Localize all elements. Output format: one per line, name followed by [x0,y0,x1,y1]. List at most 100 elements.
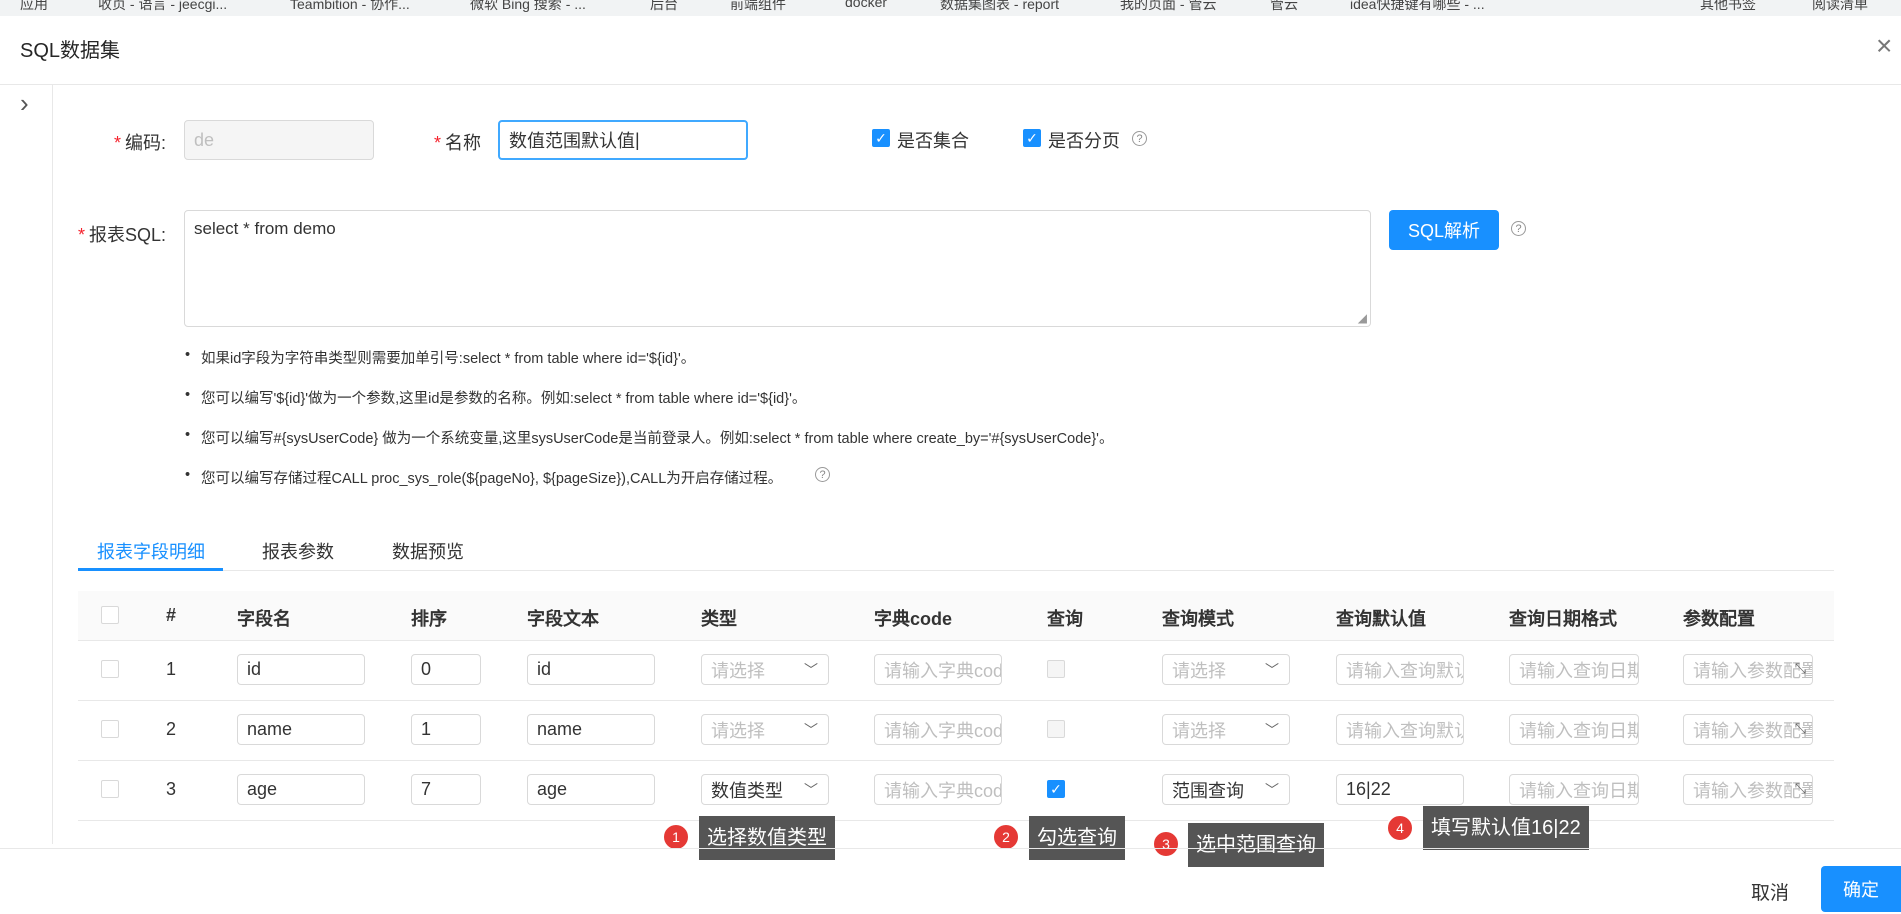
order-input[interactable]: 1 [411,714,481,745]
tab-report-params[interactable]: 报表参数 [262,538,334,564]
bookmark-item[interactable]: 后台 [650,0,678,14]
param-config-input[interactable]: 请输入参数配置 ⤡ [1683,714,1813,745]
query-default-input[interactable]: 16|22 [1336,774,1464,805]
param-config-input[interactable]: 请输入参数配置 ⤡ [1683,774,1813,805]
chevron-down-icon: ﹀ [804,662,818,678]
tabs-divider [78,570,1834,571]
annotation-callout: 选中范围查询 [1188,823,1324,867]
expand-icon[interactable]: ⤡ [1795,660,1806,677]
bookmark-item[interactable]: 前端组件 [730,0,786,14]
bookmarks-bar: 应用 收页 - 语言 - jeecgi... Teambition - 协作..… [0,0,1901,16]
type-select[interactable]: 请选择 ﹀ [701,714,829,745]
bookmark-item[interactable]: 我的页面 - 管云 [1120,0,1216,14]
is-paging-label: 是否分页 [1048,131,1120,151]
ok-button[interactable]: 确定 [1821,866,1901,912]
date-format-input[interactable]: 请输入查询日期格式 [1509,654,1639,685]
query-checkbox[interactable] [1047,660,1065,678]
dict-code-input[interactable]: 请输入字典code [874,774,1002,805]
field-name-input[interactable]: id [237,654,365,685]
annotation-badge: 1 [662,823,690,851]
column-header: 查询模式 [1162,609,1234,629]
chevron-right-icon[interactable]: › [20,90,50,120]
annotation-badge: 3 [1152,830,1180,858]
column-header: 字段文本 [527,609,599,629]
close-icon[interactable]: × [1876,32,1901,61]
annotation-badge: 2 [992,823,1020,851]
type-select[interactable]: 数值类型 ﹀ [701,774,829,805]
query-mode-select[interactable]: 范围查询 ﹀ [1162,774,1290,805]
cancel-button[interactable]: 取消 [1740,874,1800,914]
column-header: 参数配置 [1683,609,1755,629]
dict-code-input[interactable]: 请输入字典code [874,654,1002,685]
date-format-input[interactable]: 请输入查询日期格式 [1509,714,1639,745]
help-icon[interactable]: ? [815,467,830,482]
order-input[interactable]: 0 [411,654,481,685]
is-collection-label: 是否集合 [897,131,969,151]
annotation-callout: 勾选查询 [1029,816,1125,860]
bookmark-item[interactable]: 微软 Bing 搜索 - ... [470,0,586,14]
row-checkbox[interactable] [101,780,119,798]
sql-parse-button[interactable]: SQL解析 [1389,210,1499,250]
modal-title: SQL数据集 [20,40,121,62]
query-checkbox[interactable]: ✓ [1047,780,1065,798]
expand-icon[interactable]: ⤡ [1795,780,1806,797]
chevron-down-icon: ﹀ [1265,662,1279,678]
column-header: 排序 [411,609,447,629]
is-collection-checkbox[interactable]: ✓ [872,129,890,147]
tab-data-preview[interactable]: 数据预览 [392,538,464,564]
tip-line: 您可以编写#{sysUserCode} 做为一个系统变量,这里sysUserCo… [185,427,1113,448]
bookmark-item[interactable]: 收页 - 语言 - jeecgi... [98,0,227,14]
sql-label: * 报表SQL: [78,225,167,245]
field-name-input[interactable]: name [237,714,365,745]
column-header: 类型 [701,609,737,629]
code-input[interactable]: de [184,120,374,160]
column-header: 查询 [1047,609,1083,629]
name-input[interactable]: 数值范围默认值 | [498,120,748,160]
field-text-input[interactable]: name [527,714,655,745]
row-checkbox[interactable] [101,660,119,678]
column-header: # [166,605,177,625]
column-header: 查询日期格式 [1509,609,1617,629]
date-format-input[interactable]: 请输入查询日期格式 [1509,774,1639,805]
dict-code-input[interactable]: 请输入字典code [874,714,1002,745]
bookmark-item[interactable]: 管云 [1270,0,1298,14]
bookmark-item[interactable]: Teambition - 协作... [290,0,410,14]
type-select[interactable]: 请选择 ﹀ [701,654,829,685]
divider [52,84,53,844]
chevron-down-icon: ﹀ [804,782,818,798]
query-default-input[interactable]: 请输入查询默认值 [1336,654,1464,685]
bookmark-item[interactable]: 应用 [20,0,48,14]
chevron-down-icon: ﹀ [1265,782,1279,798]
expand-icon[interactable]: ⤡ [1795,720,1806,737]
tab-field-details[interactable]: 报表字段明细 [97,538,205,564]
field-name-input[interactable]: age [237,774,365,805]
bookmark-item[interactable]: 其他书签 [1700,0,1756,14]
order-input[interactable]: 7 [411,774,481,805]
column-header: 查询默认值 [1336,609,1426,629]
bookmark-item[interactable]: 数据集图表 - report [940,0,1059,14]
column-header: 字段名 [237,609,291,629]
chevron-down-icon: ﹀ [804,722,818,738]
row-checkbox[interactable] [101,720,119,738]
query-mode-select[interactable]: 请选择 ﹀ [1162,654,1290,685]
bookmark-item[interactable]: docker [845,0,887,10]
modal-header [0,16,1901,85]
annotation-callout: 选择数值类型 [699,816,835,860]
bookmark-item[interactable]: idea快捷键有哪些 - ... [1350,0,1485,14]
help-icon[interactable]: ? [1511,221,1526,236]
is-paging-checkbox[interactable]: ✓ [1023,129,1041,147]
query-mode-select[interactable]: 请选择 ﹀ [1162,714,1290,745]
column-header: 字典code [874,609,953,629]
field-text-input[interactable]: age [527,774,655,805]
query-checkbox[interactable] [1047,720,1065,738]
code-label: * 编码: [114,133,167,153]
annotation-callout: 填写默认值16|22 [1423,806,1589,850]
field-text-input[interactable]: id [527,654,655,685]
sql-textarea[interactable]: select * from demo ◢ [184,210,1371,327]
name-label: * 名称 [434,133,482,153]
bookmark-item[interactable]: 阅读清单 [1812,0,1868,14]
select-all-checkbox[interactable] [101,606,119,624]
query-default-input[interactable]: 请输入查询默认值 [1336,714,1464,745]
param-config-input[interactable]: 请输入参数配置 ⤡ [1683,654,1813,685]
help-icon[interactable]: ? [1132,131,1147,146]
